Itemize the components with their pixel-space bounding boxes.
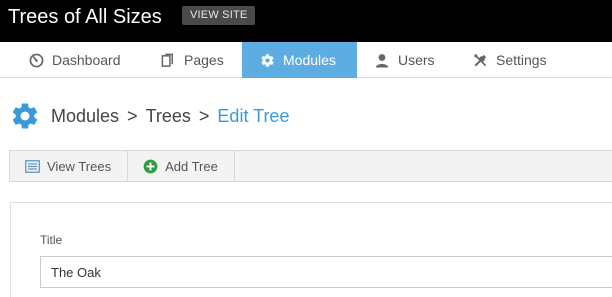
- breadcrumb-trees[interactable]: Trees: [146, 106, 191, 127]
- site-title: Trees of All Sizes: [8, 6, 162, 28]
- breadcrumb: Modules > Trees > Edit Tree: [10, 100, 289, 132]
- title-field[interactable]: [40, 256, 612, 288]
- pages-icon: [160, 52, 176, 68]
- main-nav: Dashboard Pages Modules Users Settings: [0, 42, 612, 78]
- gear-icon: [10, 101, 40, 131]
- tab-label: Pages: [184, 52, 224, 68]
- breadcrumb-separator: >: [127, 105, 138, 126]
- tab-label: Dashboard: [52, 52, 121, 68]
- wrench-screwdriver-icon: [472, 52, 488, 68]
- user-icon: [374, 52, 390, 68]
- breadcrumb-modules[interactable]: Modules: [51, 106, 119, 127]
- tab-users[interactable]: Users: [374, 42, 454, 78]
- breadcrumb-separator: >: [198, 105, 210, 126]
- action-toolbar: View Trees Add Tree: [9, 150, 612, 182]
- add-tree-button[interactable]: Add Tree: [128, 151, 235, 181]
- tab-pages[interactable]: Pages: [160, 42, 242, 78]
- breadcrumb-edit-tree: Edit Tree: [217, 105, 290, 126]
- tab-label: Users: [398, 52, 435, 68]
- tab-settings[interactable]: Settings: [472, 42, 572, 78]
- title-field-label: Title: [40, 233, 63, 247]
- edit-form-panel: Title: [10, 202, 612, 297]
- tab-modules[interactable]: Modules: [242, 42, 357, 78]
- gear-icon: [259, 52, 275, 68]
- add-tree-label: Add Tree: [165, 158, 218, 174]
- view-trees-label: View Trees: [47, 158, 112, 174]
- view-site-button[interactable]: VIEW SITE: [182, 6, 256, 25]
- tab-label: Modules: [283, 52, 336, 68]
- top-bar: Trees of All Sizes VIEW SITE: [0, 0, 612, 42]
- tab-label: Settings: [496, 52, 547, 68]
- tab-dashboard[interactable]: Dashboard: [14, 42, 128, 78]
- plus-circle-icon: [142, 158, 158, 174]
- view-trees-button[interactable]: View Trees: [10, 151, 129, 181]
- list-icon: [24, 158, 40, 174]
- dashboard-icon: [28, 52, 44, 68]
